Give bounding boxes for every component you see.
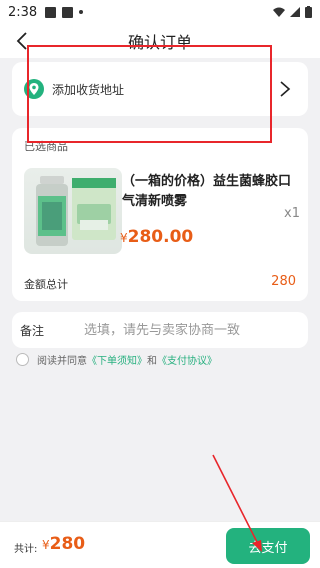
wifi-icon: [273, 7, 285, 17]
product-name: （一箱的价格）益生菌蜂胶口气清新喷雾: [122, 174, 292, 209]
page-header: 确认订单: [0, 24, 320, 58]
note-label: 备注: [20, 323, 45, 338]
add-address-label: 添加收货地址: [52, 82, 125, 97]
spray-bottle-image: [36, 176, 116, 246]
price-currency-symbol: ¥: [120, 231, 128, 245]
price-amount: 280.00: [127, 227, 194, 247]
notification-icons: [45, 6, 84, 18]
back-arrow-icon[interactable]: [12, 30, 34, 52]
agreement-and: 和: [147, 356, 157, 367]
payment-agreement-link[interactable]: 《支付协议》: [157, 352, 217, 367]
battery-icon: [305, 6, 312, 18]
status-bar: 2:38: [0, 0, 320, 24]
product-quantity: x1: [284, 206, 300, 221]
order-notice-link[interactable]: 《下单须知》: [87, 352, 147, 367]
chevron-right-icon[interactable]: [274, 78, 296, 100]
footer-total-price: ¥280: [42, 534, 85, 554]
agreement-prefix: 阅读并同意: [37, 356, 87, 367]
location-pin-icon: [24, 79, 44, 99]
checkout-bar: 共计: ¥280 去支付: [0, 521, 320, 568]
note-input[interactable]: [84, 322, 300, 338]
signal-icon: [290, 7, 300, 17]
system-icons: [273, 6, 312, 18]
dot-icon: [79, 10, 84, 14]
add-address-card[interactable]: 添加收货地址: [12, 62, 308, 116]
footer-total-label: 共计:: [14, 544, 38, 555]
total-amount-value: 280: [271, 274, 296, 289]
product-price: ¥280.00: [120, 227, 193, 247]
agreement-row: 阅读并同意 《下单须知》 和 《支付协议》: [16, 352, 217, 367]
image-icon: [62, 6, 74, 18]
agreement-checkbox[interactable]: [16, 353, 29, 366]
status-time: 2:38: [8, 4, 38, 20]
notification-icon: [45, 6, 57, 18]
selected-products-label: 已选商品: [24, 140, 68, 153]
pay-button[interactable]: 去支付: [226, 528, 310, 564]
note-card: 备注: [12, 312, 308, 348]
footer-currency-symbol: ¥: [42, 538, 50, 552]
product-image[interactable]: [24, 168, 122, 254]
footer-total-amount: 280: [49, 534, 86, 554]
total-amount-label: 金额总计: [24, 278, 68, 291]
selected-products-card: 已选商品 （一箱的价格）益生菌蜂胶口气清新喷雾 x1 ¥280.00 金额总计 …: [12, 128, 308, 301]
page-title: 确认订单: [127, 33, 192, 52]
